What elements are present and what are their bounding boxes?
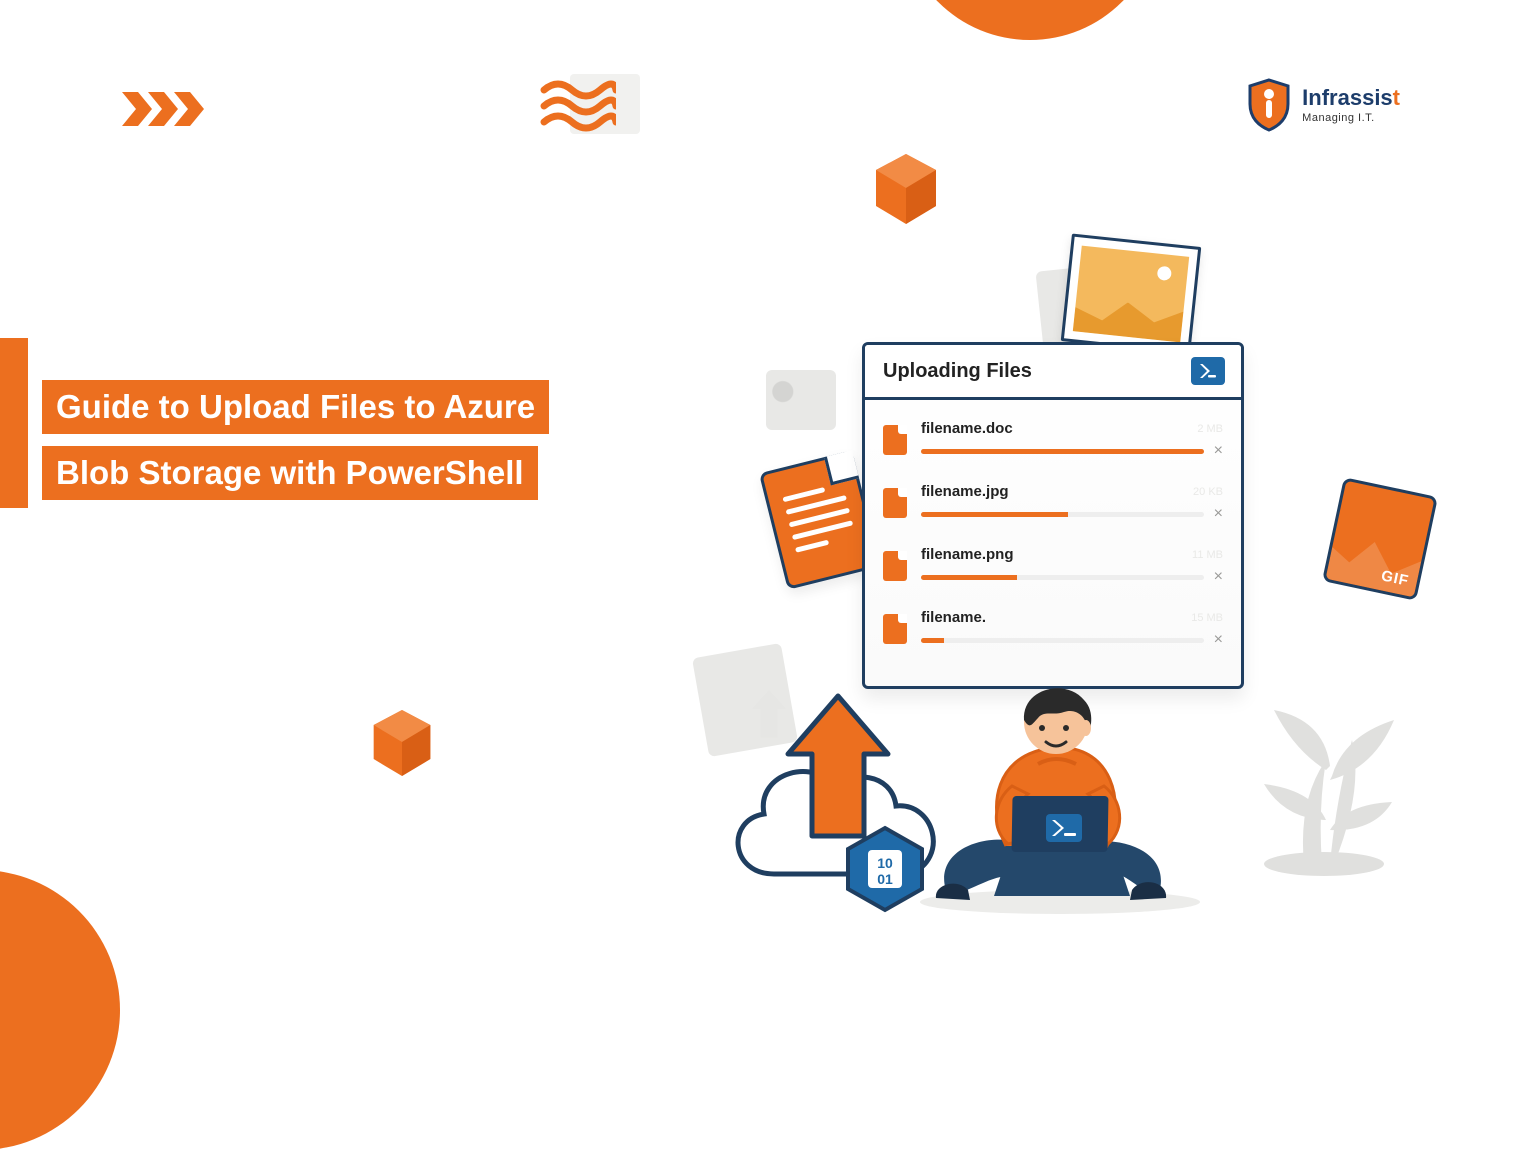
upload-illustration: GIF Uploading Files filename.doc 2 MB × <box>760 250 1400 910</box>
chevrons-right-icon <box>120 90 210 128</box>
decor-half-circle-bottom <box>0 870 120 1150</box>
page-title: Guide to Upload Files to Azure Blob Stor… <box>42 380 549 512</box>
title-line-1: Guide to Upload Files to Azure <box>42 380 549 434</box>
progress-bar <box>921 512 1204 517</box>
close-icon: × <box>1214 569 1223 585</box>
file-icon <box>883 551 907 581</box>
title-line-2: Blob Storage with PowerShell <box>42 446 538 500</box>
decor-orange-bar <box>0 338 28 508</box>
image-icon <box>766 370 836 430</box>
brand-tagline: Managing I.T. <box>1302 113 1400 124</box>
file-size: 20 KB <box>1193 486 1223 498</box>
file-size: 11 MB <box>1192 549 1223 561</box>
progress-bar <box>921 449 1204 454</box>
image-icon <box>1061 234 1202 355</box>
gif-tile-icon: GIF <box>1322 477 1438 601</box>
file-name: filename.doc <box>921 420 1185 437</box>
close-icon: × <box>1214 443 1223 459</box>
close-icon: × <box>1214 506 1223 522</box>
decor-half-circle-top <box>900 0 1160 40</box>
file-icon <box>883 488 907 518</box>
brand-name: Infrassist <box>1302 87 1400 109</box>
progress-bar <box>921 575 1204 580</box>
file-icon <box>883 425 907 455</box>
plant-icon <box>1234 650 1414 880</box>
file-row: filename.png 11 MB × <box>883 536 1223 599</box>
upload-window-header: Uploading Files <box>865 345 1241 400</box>
cube-3d-icon <box>368 706 436 780</box>
person-laptop-icon <box>890 596 1210 916</box>
file-row: filename.doc 2 MB × <box>883 410 1223 473</box>
shield-logo-icon <box>1246 78 1292 132</box>
file-size: 2 MB <box>1197 423 1223 435</box>
file-name: filename.png <box>921 546 1180 563</box>
cube-3d-icon <box>870 150 942 228</box>
file-row: filename.jpg 20 KB × <box>883 473 1223 536</box>
file-name: filename.jpg <box>921 483 1181 500</box>
waves-icon <box>540 80 616 137</box>
page-canvas: Infrassist Managing I.T. Guide to Upload… <box>0 0 1520 950</box>
close-icon: × <box>1214 632 1223 648</box>
powershell-icon <box>1191 357 1225 385</box>
upload-window-title: Uploading Files <box>883 360 1032 383</box>
brand-logo: Infrassist Managing I.T. <box>1246 78 1400 132</box>
